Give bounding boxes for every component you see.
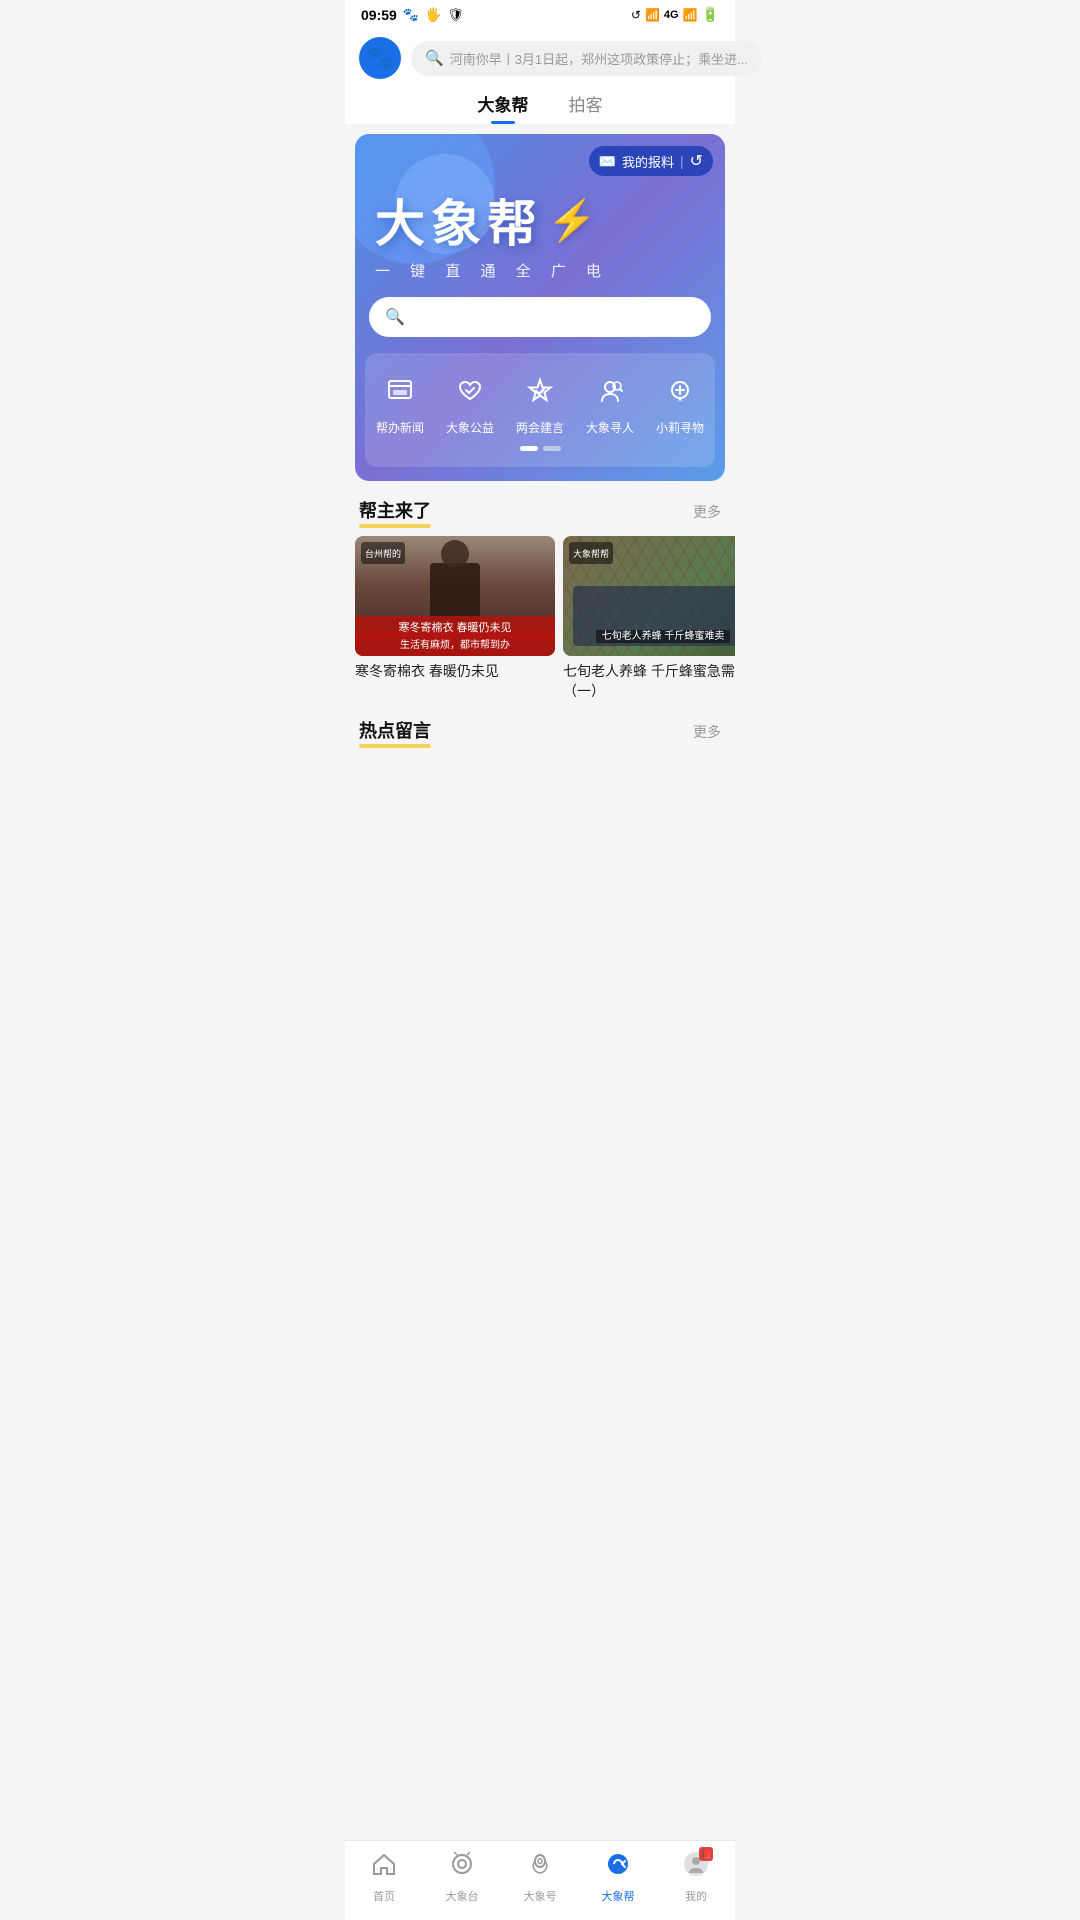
status-sync-icon: ↺ <box>631 8 641 22</box>
jianyan-icon <box>518 369 562 413</box>
card2-label: 七旬老人养蜂 千斤蜂蜜难卖 <box>596 630 731 643</box>
quick-link-bangban[interactable]: 帮办新闻 <box>376 369 424 436</box>
daxiangbang-icon <box>605 1851 631 1884</box>
nav-home[interactable]: 首页 <box>349 1851 419 1904</box>
xunwu-label: 小莉寻物 <box>656 419 704 436</box>
hotcomments-more-link[interactable]: 更多 <box>693 722 721 742</box>
daxianghao-label: 大象号 <box>524 1888 557 1904</box>
quick-links-row: 帮办新闻 大象公益 两会建言 <box>365 369 715 436</box>
banner-search-icon: 🔍 <box>385 307 405 327</box>
mine-badge: 📕 <box>699 1847 713 1861</box>
xunren-icon <box>588 369 632 413</box>
search-hint-text: 河南你早丨3月1日起，郑州这项政策停止；乘坐进... <box>450 49 748 68</box>
tab-paike[interactable]: 拍客 <box>569 91 603 124</box>
status-battery-icon: 🔋 <box>702 6 719 23</box>
bottom-nav: 首页 大象台 大象号 <box>345 1840 735 1920</box>
banner: ✉️ 我的报料 | ↺ 大象帮 ⚡ 一 键 直 通 全 广 电 🔍 <box>355 134 725 481</box>
nav-daxiangbang[interactable]: 大象帮 <box>583 1851 653 1904</box>
bangzhu-card-1[interactable]: 生活有麻烦，都市帮到办 寒冬寄棉衣 春暖仍未见 台州帮的 寒冬寄棉衣 春暖仍未见 <box>355 536 555 701</box>
card2-text: 七旬老人养蜂 千斤蜂蜜急需买家（一） <box>563 662 735 701</box>
quick-link-gonyi[interactable]: 大象公益 <box>446 369 494 436</box>
card1-sublabel: 生活有麻烦，都市帮到办 <box>400 640 510 651</box>
card1-image: 生活有麻烦，都市帮到办 寒冬寄棉衣 春暖仍未见 台州帮的 <box>355 536 555 656</box>
status-wifi-icon: 📶 <box>645 8 660 22</box>
bangzhu-cards-row: 生活有麻烦，都市帮到办 寒冬寄棉衣 春暖仍未见 台州帮的 寒冬寄棉衣 春暖仍未见 <box>345 536 735 701</box>
status-bar: 09:59 🐾 🖐 🛡 ↺ 📶 4G 📶 🔋 <box>345 0 735 29</box>
quick-link-jianyan[interactable]: 两会建言 <box>516 369 564 436</box>
mine-icon: 📕 <box>683 1851 709 1884</box>
bangban-label: 帮办新闻 <box>376 419 424 436</box>
daxiangtai-label: 大象台 <box>446 1888 479 1904</box>
card2-image: 大象帮帮 七旬老人养蜂 千斤蜂蜜难卖 <box>563 536 735 656</box>
bangzhu-section-header: 帮主来了 更多 <box>345 481 735 536</box>
nav-daxianghao[interactable]: 大象号 <box>505 1851 575 1904</box>
bangzhu-card-2[interactable]: 大象帮帮 七旬老人养蜂 千斤蜂蜜难卖 七旬老人养蜂 千斤蜂蜜急需买家（一） <box>563 536 735 701</box>
banner-search-bar[interactable]: 🔍 <box>369 297 711 337</box>
daxiangtai-icon <box>449 1851 475 1884</box>
bangzhu-more-link[interactable]: 更多 <box>693 502 721 522</box>
banner-dots-indicator <box>365 446 715 451</box>
home-label: 首页 <box>373 1888 395 1904</box>
gonyi-label: 大象公益 <box>446 419 494 436</box>
search-icon: 🔍 <box>425 49 444 67</box>
jianyan-label: 两会建言 <box>516 419 564 436</box>
quick-links-panel: 帮办新闻 大象公益 两会建言 <box>365 353 715 467</box>
daxianghao-icon <box>527 1851 553 1884</box>
banner-subtitle: 一 键 直 通 全 广 电 <box>375 260 705 281</box>
my-report-button[interactable]: ✉️ 我的报料 | ↺ <box>589 146 714 176</box>
report-envelope-icon: ✉️ <box>599 153 616 170</box>
dot-2 <box>543 446 561 451</box>
tab-daxiangbang[interactable]: 大象帮 <box>478 91 529 124</box>
header: 🐾 🔍 河南你早丨3月1日起，郑州这项政策停止；乘坐进... <box>345 29 735 79</box>
lightning-icon: ⚡ <box>547 197 601 244</box>
app-logo[interactable]: 🐾 <box>359 37 401 79</box>
dot-1 <box>520 446 538 451</box>
refresh-icon: ↺ <box>690 151 703 171</box>
hotcomments-title: 热点留言 <box>359 717 431 746</box>
status-signal-icon: 📶 <box>683 8 698 22</box>
card1-text: 寒冬寄棉衣 春暖仍未见 <box>355 662 555 682</box>
nav-mine[interactable]: 📕 我的 <box>661 1851 731 1904</box>
tab-bar: 大象帮 拍客 <box>345 79 735 124</box>
card1-label: 寒冬寄棉衣 春暖仍未见 <box>398 622 511 634</box>
hotcomments-section-header: 热点留言 更多 <box>345 701 735 756</box>
logo-paw-icon: 🐾 <box>366 45 393 71</box>
daxiangbang-label: 大象帮 <box>602 1888 635 1904</box>
status-network-icon: 4G <box>664 9 679 21</box>
status-time: 09:59 <box>361 7 397 23</box>
nav-daxiangtai[interactable]: 大象台 <box>427 1851 497 1904</box>
my-report-label: 我的报料 <box>622 152 674 171</box>
gonyi-icon <box>448 369 492 413</box>
xunwu-icon <box>658 369 702 413</box>
status-icon-shield: 🛡 <box>447 7 464 23</box>
bangban-icon <box>378 369 422 413</box>
quick-link-xunren[interactable]: 大象寻人 <box>586 369 634 436</box>
bangzhu-title: 帮主来了 <box>359 497 431 526</box>
quick-link-xunwu[interactable]: 小莉寻物 <box>656 369 704 436</box>
status-icon-hand: 🖐 <box>425 7 441 23</box>
top-search-bar[interactable]: 🔍 河南你早丨3月1日起，郑州这项政策停止；乘坐进... <box>411 41 762 76</box>
mine-label: 我的 <box>685 1888 707 1904</box>
xunren-label: 大象寻人 <box>586 419 634 436</box>
home-icon <box>371 1851 397 1884</box>
status-icon-paw: 🐾 <box>403 7 419 23</box>
banner-main-title: 大象帮 ⚡ <box>375 184 705 256</box>
